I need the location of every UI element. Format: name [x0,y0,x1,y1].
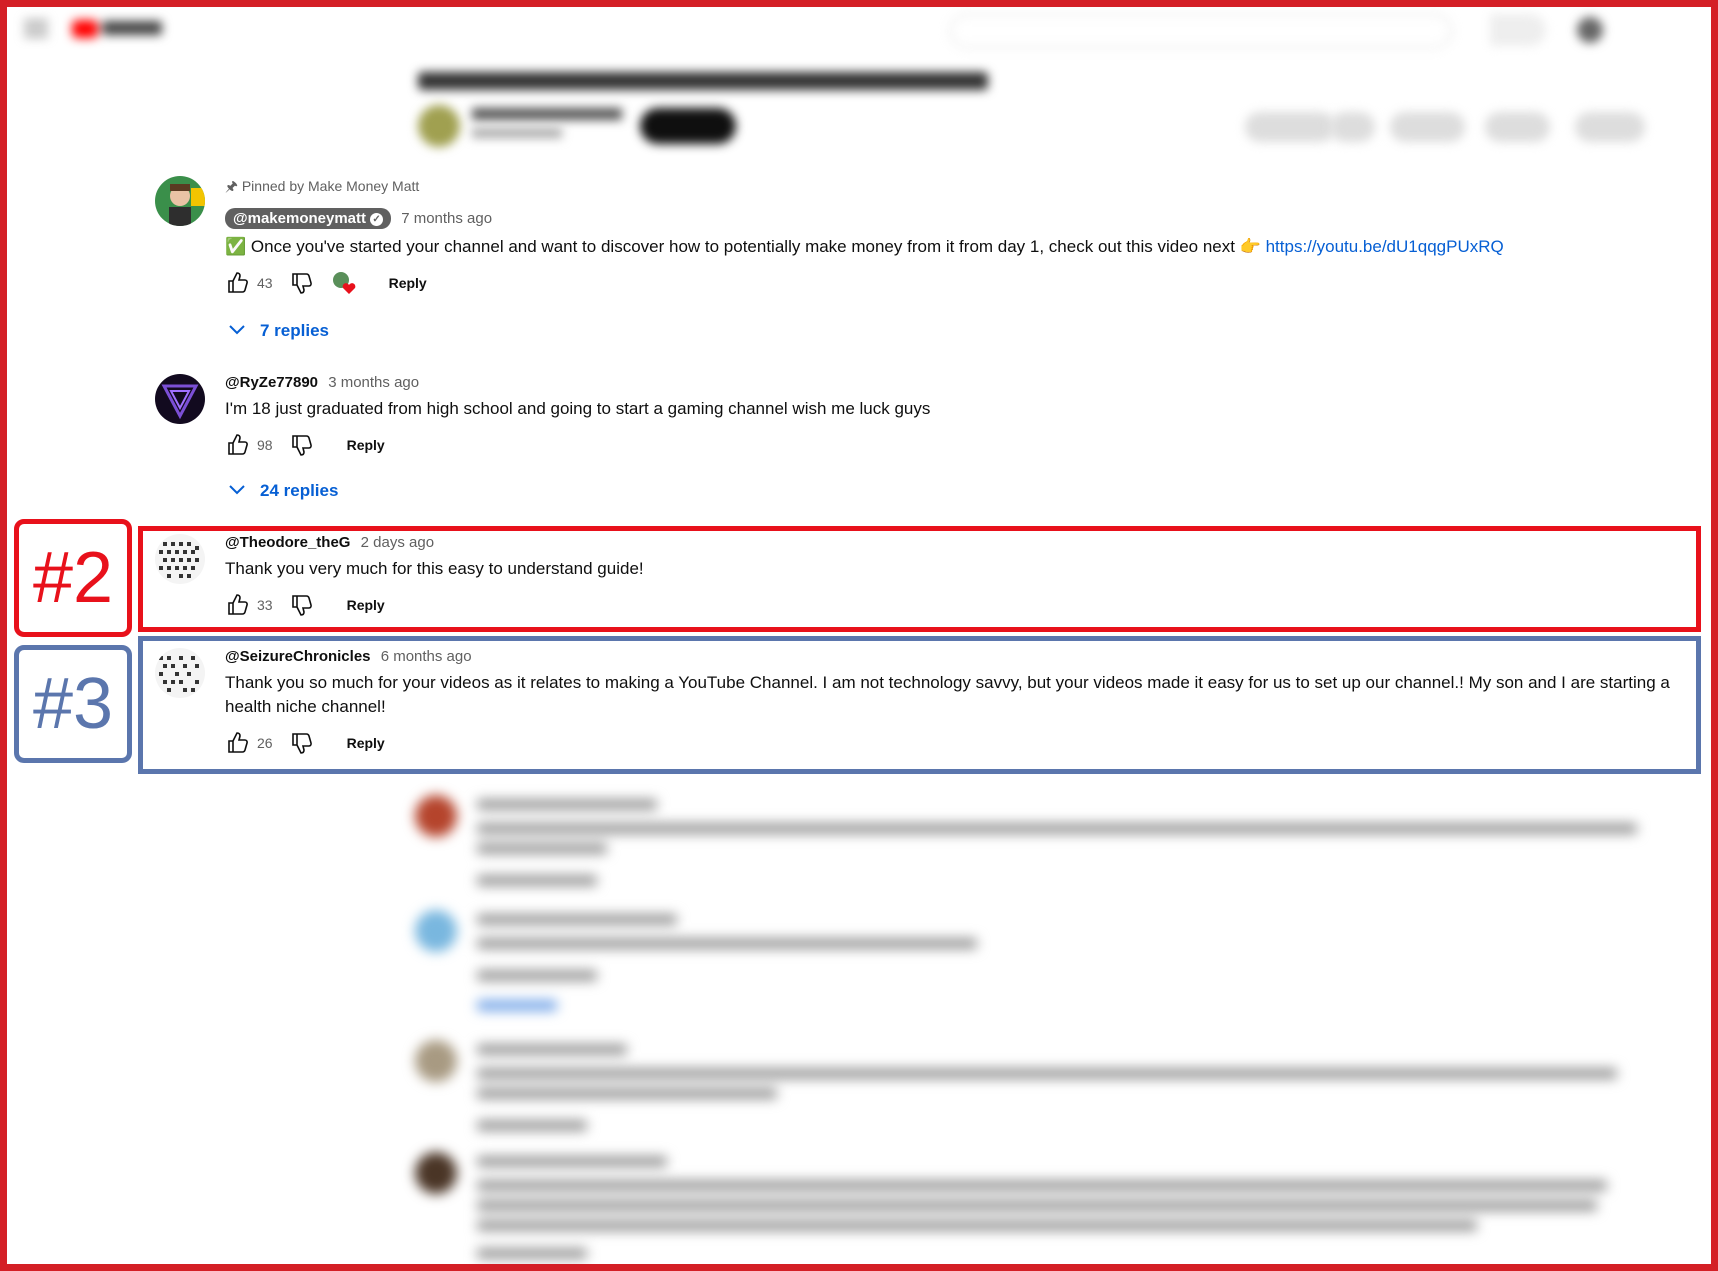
outer-frame [0,0,1718,1271]
